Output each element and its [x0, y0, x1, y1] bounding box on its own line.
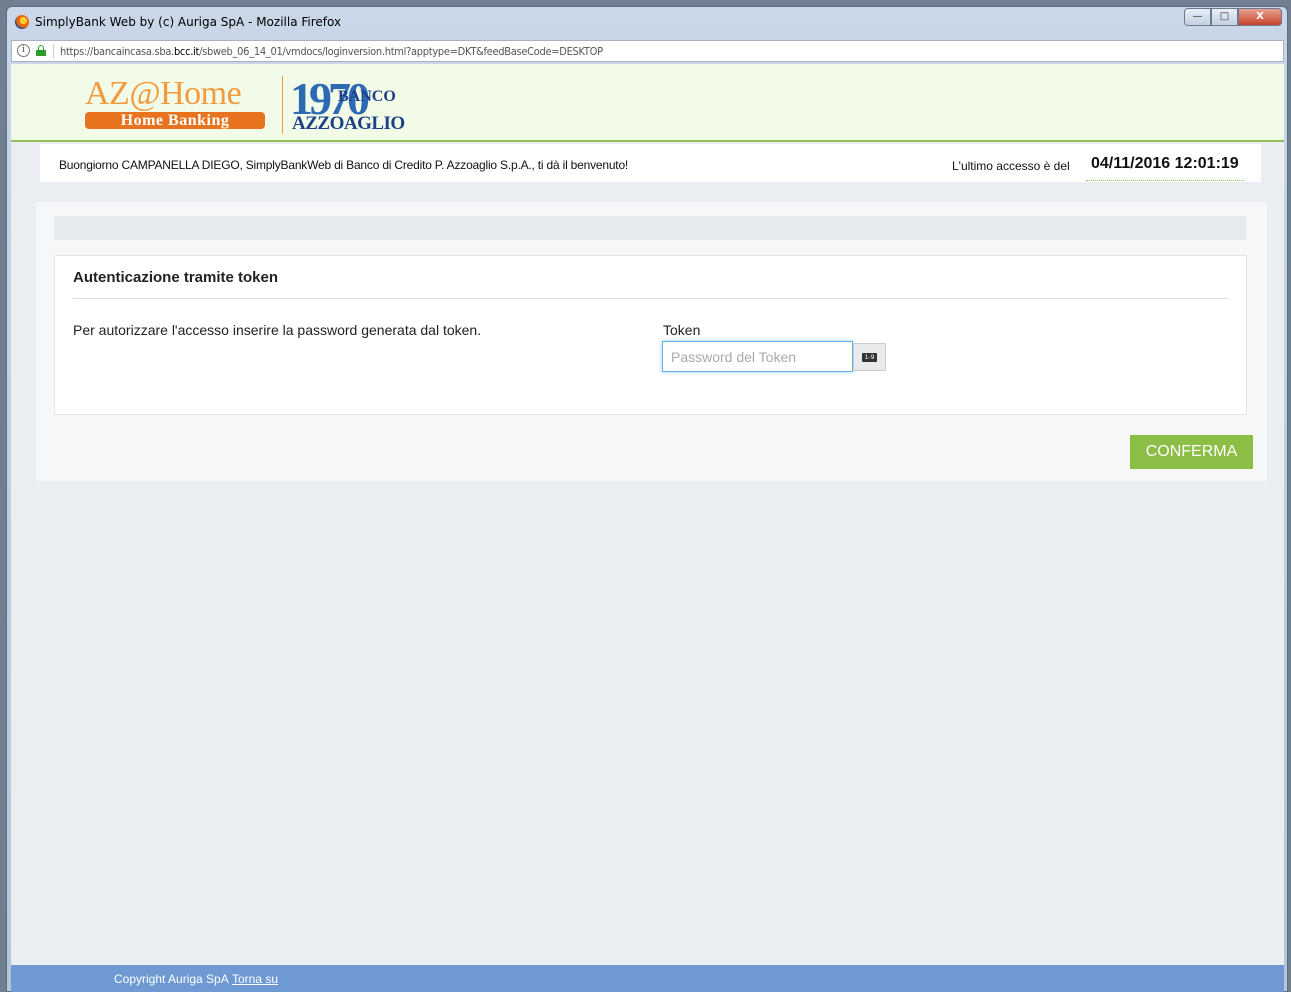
auth-description: Per autorizzare l'accesso inserire la pa…: [73, 322, 482, 338]
logo-divider: [282, 76, 283, 134]
token-auth-card: Autenticazione tramite token Per autoriz…: [54, 255, 1247, 415]
url-separator: [53, 44, 54, 58]
content-panel: Autenticazione tramite token Per autoriz…: [36, 202, 1267, 481]
minimize-button[interactable]: —: [1184, 8, 1211, 26]
confirm-button[interactable]: CONFERMA: [1130, 435, 1253, 469]
info-icon[interactable]: i: [17, 44, 30, 57]
token-password-input[interactable]: [662, 341, 853, 372]
logo-banco-text: BANCO: [338, 88, 396, 105]
azhome-logo-text: AZ@Home: [85, 75, 242, 112]
url-domain: bcc.it: [173, 45, 200, 58]
brand-header: AZ@Home Home Banking 1970 BANCO AZZOAGLI…: [11, 64, 1284, 142]
address-bar[interactable]: i https://bancaincasa.sba.bcc.it/sbweb_0…: [11, 40, 1284, 62]
virtual-keypad-button[interactable]: 1-9: [853, 343, 886, 371]
welcome-bar: Buongiorno CAMPANELLA DIEGO, SimplyBankW…: [40, 144, 1261, 182]
keypad-icon: 1-9: [862, 353, 877, 362]
azhome-logo: AZ@Home Home Banking: [85, 75, 265, 129]
back-to-top-link[interactable]: Torna su: [232, 972, 278, 986]
url-prefix: https://bancaincasa.sba.: [60, 45, 174, 58]
url-suffix: /sbweb_06_14_01/vmdocs/loginversion.html…: [199, 45, 603, 58]
copyright-text: Copyright Auriga SpA: [114, 972, 229, 986]
window-controls: — □ X: [1184, 8, 1282, 26]
page-footer: Copyright Auriga SpA Torna su: [11, 965, 1284, 992]
title-bar: SimplyBank Web by (c) Auriga SpA - Mozil…: [7, 7, 1287, 37]
firefox-icon: [15, 15, 29, 29]
card-title: Autenticazione tramite token: [73, 269, 279, 286]
banco-azzoaglio-logo: 1970 BANCO AZZOAGLIO: [290, 73, 420, 136]
welcome-message: Buongiorno CAMPANELLA DIEGO, SimplyBankW…: [59, 158, 629, 172]
last-access-date: 04/11/2016 12:01:19: [1086, 144, 1244, 181]
close-button[interactable]: X: [1238, 8, 1282, 26]
lock-icon[interactable]: [36, 45, 46, 56]
maximize-button[interactable]: □: [1211, 8, 1238, 26]
logo-azzoaglio-text: AZZOAGLIO: [292, 113, 405, 134]
card-divider: [73, 298, 1228, 299]
home-banking-badge: Home Banking: [85, 112, 265, 129]
window-title: SimplyBank Web by (c) Auriga SpA - Mozil…: [35, 15, 342, 29]
last-access-label: L'ultimo accesso è del: [952, 159, 1070, 173]
browser-window: SimplyBank Web by (c) Auriga SpA - Mozil…: [6, 6, 1288, 992]
header-strip: [54, 216, 1246, 240]
url-text[interactable]: https://bancaincasa.sba.bcc.it/sbweb_06_…: [60, 45, 603, 58]
token-label: Token: [663, 322, 701, 338]
page-viewport: AZ@Home Home Banking 1970 BANCO AZZOAGLI…: [11, 64, 1284, 992]
